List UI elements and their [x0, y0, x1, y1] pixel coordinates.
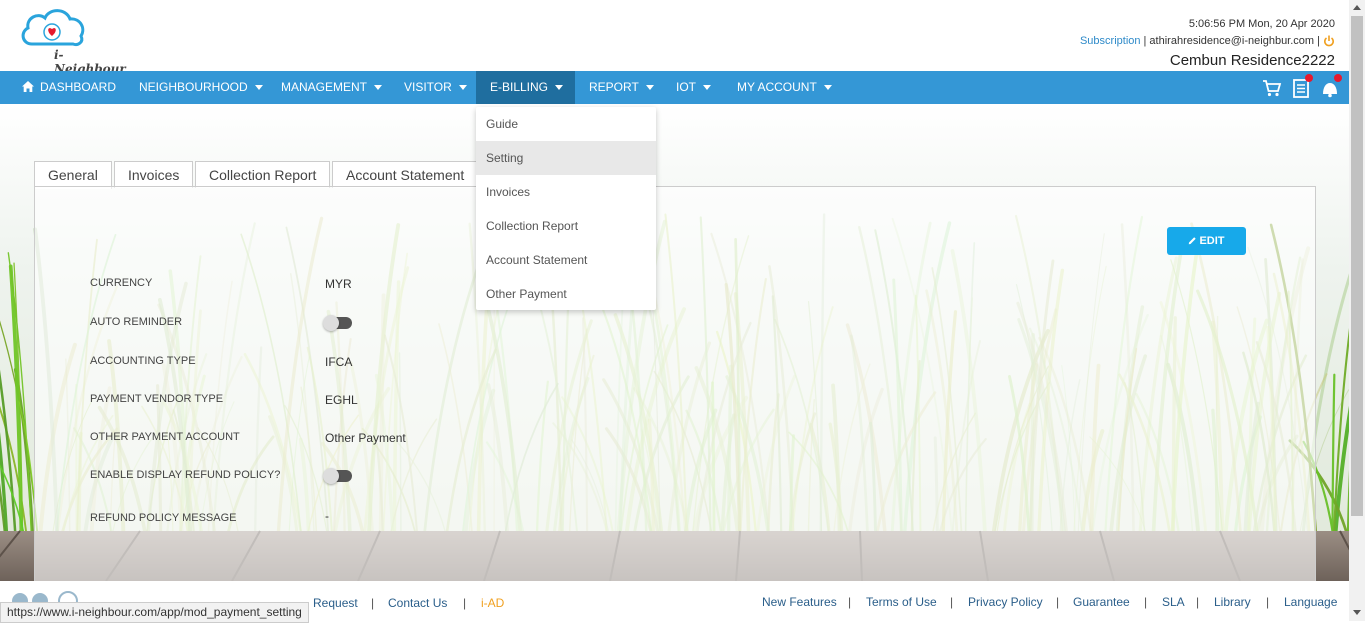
- notification-dot: [1305, 74, 1313, 82]
- edit-button-label: EDIT: [1199, 235, 1224, 247]
- chevron-down-icon: [374, 85, 382, 90]
- footer-sla-link[interactable]: SLA: [1162, 595, 1185, 609]
- main-nav: DASHBOARD NEIGHBOURHOOD MANAGEMENT VISIT…: [0, 71, 1349, 104]
- nav-management-label: MANAGEMENT: [281, 80, 367, 94]
- nav-neighbourhood-label: NEIGHBOURHOOD: [139, 80, 248, 94]
- chevron-down-icon: [646, 85, 654, 90]
- nav-dashboard[interactable]: DASHBOARD: [22, 71, 116, 104]
- dropdown-item-other-payment[interactable]: Other Payment: [476, 277, 656, 311]
- auto-reminder-label: AUTO REMINDER: [90, 316, 182, 328]
- dropdown-item-setting[interactable]: Setting: [476, 141, 656, 175]
- subscription-link[interactable]: Subscription: [1080, 35, 1141, 47]
- tab-general-label: General: [48, 167, 98, 183]
- scroll-down-icon[interactable]: [1353, 610, 1361, 615]
- pencil-icon: [1188, 236, 1197, 245]
- dropdown-item-guide[interactable]: Guide: [476, 107, 656, 141]
- chevron-down-icon: [824, 85, 832, 90]
- currency-label: CURRENCY: [90, 277, 152, 289]
- footer-separator: |: [950, 595, 953, 609]
- auto-reminder-toggle[interactable]: [324, 317, 352, 329]
- footer-privacy-link[interactable]: Privacy Policy: [968, 595, 1043, 609]
- nav-my-account[interactable]: MY ACCOUNT: [737, 71, 832, 104]
- dropdown-item-invoices[interactable]: Invoices: [476, 175, 656, 209]
- tab-invoices-label: Invoices: [128, 167, 179, 183]
- nav-iot[interactable]: IOT: [676, 71, 711, 104]
- footer-separator: |: [1056, 595, 1059, 609]
- edit-button[interactable]: EDIT: [1167, 227, 1246, 255]
- tab-collection-report[interactable]: Collection Report: [195, 161, 330, 188]
- nav-management[interactable]: MANAGEMENT: [281, 71, 382, 104]
- currency-value: MYR: [325, 277, 352, 291]
- footer-separator: |: [1266, 595, 1269, 609]
- refund-policy-message-label: REFUND POLICY MESSAGE: [90, 512, 237, 524]
- nav-visitor-label: VISITOR: [404, 80, 452, 94]
- enable-refund-policy-toggle[interactable]: [324, 470, 352, 482]
- notification-dot: [1334, 74, 1342, 82]
- chevron-down-icon: [555, 85, 563, 90]
- footer-library-link[interactable]: Library: [1214, 595, 1251, 609]
- footer-request-link[interactable]: Request: [313, 596, 358, 610]
- nav-report-label: REPORT: [589, 80, 639, 94]
- home-icon: [22, 81, 34, 92]
- nav-report[interactable]: REPORT: [589, 71, 654, 104]
- status-bar-url: https://www.i-neighbour.com/app/mod_paym…: [0, 602, 309, 623]
- header-info: 5:06:56 PM Mon, 20 Apr 2020 Subscription…: [1080, 18, 1335, 69]
- tab-invoices[interactable]: Invoices: [114, 161, 193, 188]
- document-icon[interactable]: [1291, 78, 1311, 98]
- footer-guarantee-link[interactable]: Guarantee: [1073, 595, 1130, 609]
- refund-policy-message-value: -: [325, 509, 329, 523]
- header: i-Neighbour 5:06:56 PM Mon, 20 Apr 2020 …: [0, 0, 1349, 71]
- e-billing-dropdown: Guide Setting Invoices Collection Report…: [476, 107, 656, 310]
- other-payment-account-label: OTHER PAYMENT ACCOUNT: [90, 431, 240, 443]
- nav-my-account-label: MY ACCOUNT: [737, 80, 817, 94]
- nav-iot-label: IOT: [676, 80, 696, 94]
- nav-dashboard-label: DASHBOARD: [40, 80, 116, 94]
- accounting-type-value: IFCA: [325, 355, 352, 369]
- vertical-scrollbar[interactable]: [1349, 0, 1365, 621]
- enable-refund-policy-label: ENABLE DISPLAY REFUND POLICY?: [90, 469, 280, 481]
- datetime: 5:06:56 PM Mon, 20 Apr 2020: [1080, 18, 1335, 30]
- toggle-knob: [323, 468, 339, 484]
- footer-separator: |: [1196, 595, 1199, 609]
- payment-vendor-type-label: PAYMENT VENDOR TYPE: [90, 393, 223, 405]
- toggle-knob: [323, 315, 339, 331]
- footer-language-link[interactable]: Language: [1284, 595, 1337, 609]
- nav-visitor[interactable]: VISITOR: [404, 71, 467, 104]
- scrollbar-thumb[interactable]: [1351, 16, 1363, 516]
- footer-iad-link[interactable]: i-AD: [481, 596, 504, 610]
- tab-collection-report-label: Collection Report: [209, 167, 316, 183]
- footer-separator: |: [463, 596, 466, 610]
- notification-icon[interactable]: [1320, 78, 1340, 98]
- tab-account-statement[interactable]: Account Statement: [332, 161, 478, 188]
- footer-separator: |: [1144, 595, 1147, 609]
- other-payment-account-value: Other Payment: [325, 431, 406, 445]
- scroll-up-icon[interactable]: [1353, 5, 1361, 10]
- dropdown-item-account-statement[interactable]: Account Statement: [476, 243, 656, 277]
- tab-general[interactable]: General: [34, 161, 112, 189]
- user-email: | athirahresidence@i-neighbur.com |: [1144, 35, 1320, 47]
- footer-separator: |: [848, 595, 851, 609]
- nav-neighbourhood[interactable]: NEIGHBOURHOOD: [139, 71, 263, 104]
- tab-account-statement-label: Account Statement: [346, 167, 464, 183]
- dropdown-item-collection-report[interactable]: Collection Report: [476, 209, 656, 243]
- logo[interactable]: i-Neighbour: [18, 6, 118, 64]
- footer-separator: |: [371, 596, 374, 610]
- chevron-down-icon: [255, 85, 263, 90]
- accounting-type-label: ACCOUNTING TYPE: [90, 355, 196, 367]
- footer-terms-link[interactable]: Terms of Use: [866, 595, 937, 609]
- footer-new-features-link[interactable]: New Features: [762, 595, 837, 609]
- nav-e-billing[interactable]: E-BILLING: [476, 71, 575, 104]
- residence-name: Cembun Residence2222: [1080, 52, 1335, 69]
- payment-vendor-type-value: EGHL: [325, 393, 358, 407]
- nav-e-billing-label: E-BILLING: [490, 80, 548, 94]
- cloud-logo-icon: [18, 6, 88, 50]
- power-icon[interactable]: [1323, 35, 1335, 47]
- footer-contact-link[interactable]: Contact Us: [388, 596, 447, 610]
- cart-icon[interactable]: [1262, 78, 1282, 98]
- chevron-down-icon: [459, 85, 467, 90]
- chevron-down-icon: [703, 85, 711, 90]
